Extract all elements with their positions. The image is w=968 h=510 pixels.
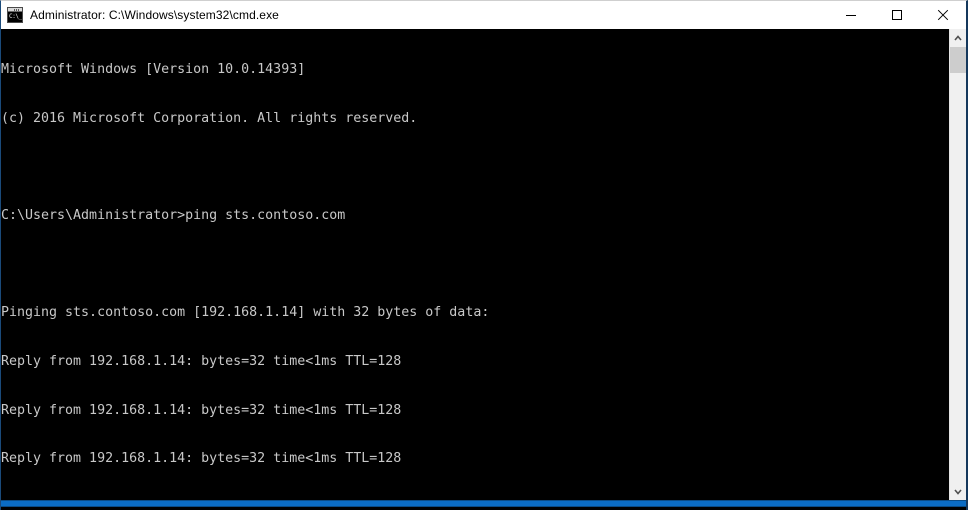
cmd-icon-dots xyxy=(14,8,21,11)
minimize-button[interactable] xyxy=(828,1,874,29)
close-icon xyxy=(937,9,949,21)
console-output[interactable]: Microsoft Windows [Version 10.0.14393] (… xyxy=(1,29,949,500)
cmd-console-icon: C:\_ xyxy=(7,7,23,23)
chevron-up-icon xyxy=(954,34,962,41)
vertical-scrollbar[interactable] xyxy=(949,29,966,500)
close-button[interactable] xyxy=(920,1,966,29)
scroll-up-button[interactable] xyxy=(950,29,966,46)
console-line-reply: Reply from 192.168.1.14: bytes=32 time<1… xyxy=(1,451,402,467)
scroll-down-button[interactable] xyxy=(950,483,966,500)
console-line-reply: Reply from 192.168.1.14: bytes=32 time<1… xyxy=(1,353,402,369)
title-bar[interactable]: C:\_ Administrator: C:\Windows\system32\… xyxy=(1,1,966,29)
console-line-command: C:\Users\Administrator>ping sts.contoso.… xyxy=(1,208,346,224)
minimize-icon xyxy=(846,15,856,16)
console-line: Pinging sts.contoso.com [192.168.1.14] w… xyxy=(1,305,490,321)
cmd-icon-prompt: C:\_ xyxy=(8,12,22,22)
cmd-window: C:\_ Administrator: C:\Windows\system32\… xyxy=(0,0,968,510)
console-line: (c) 2016 Microsoft Corporation. All righ… xyxy=(1,111,418,126)
console-line: Microsoft Windows [Version 10.0.14393] xyxy=(1,62,306,78)
window-title: Administrator: C:\Windows\system32\cmd.e… xyxy=(30,8,279,22)
chevron-down-icon xyxy=(954,488,962,495)
maximize-button[interactable] xyxy=(874,1,920,29)
window-controls xyxy=(828,1,966,29)
scrollbar-thumb[interactable] xyxy=(950,47,966,73)
console-line-reply: Reply from 192.168.1.14: bytes=32 time<1… xyxy=(1,402,402,418)
maximize-icon xyxy=(892,10,902,20)
horizontal-scrollbar[interactable] xyxy=(1,500,966,510)
horizontal-scrollbar-track[interactable] xyxy=(1,500,966,507)
